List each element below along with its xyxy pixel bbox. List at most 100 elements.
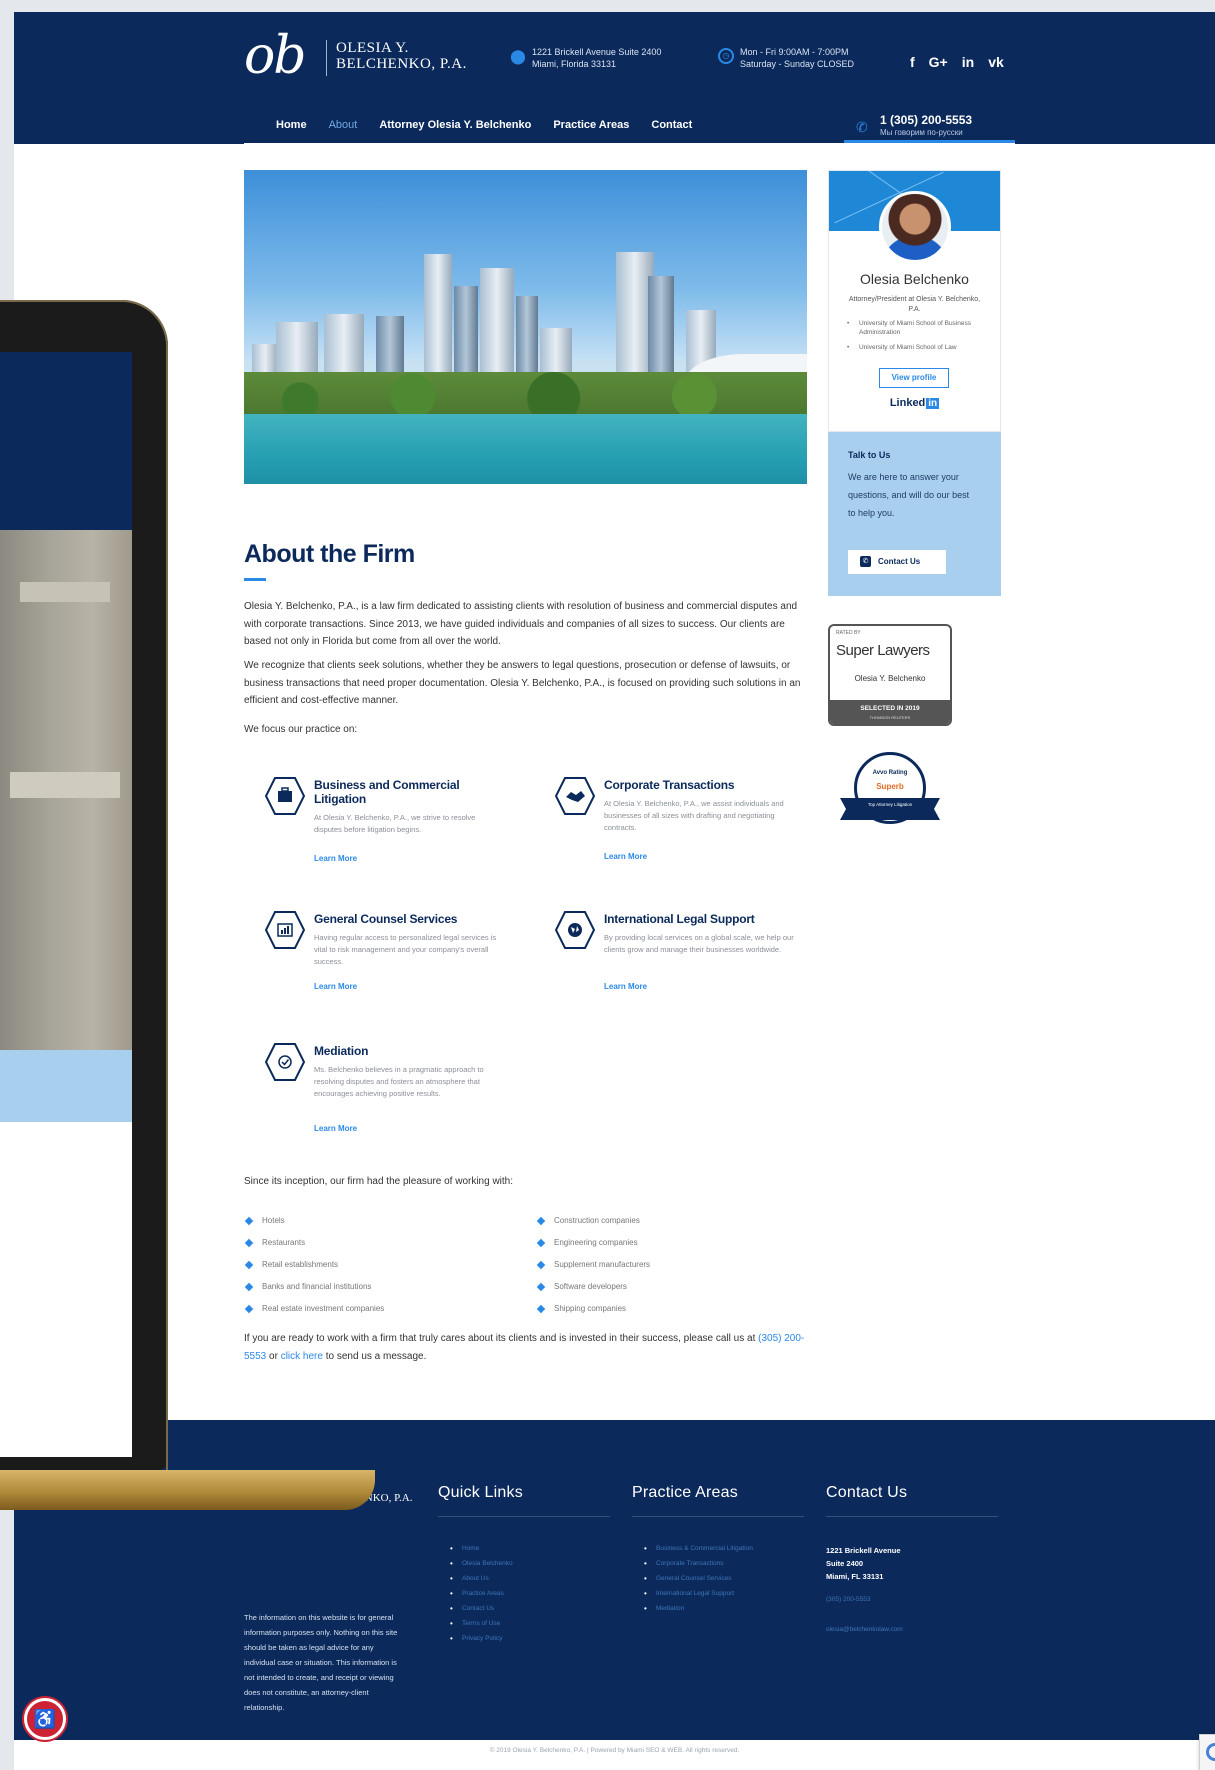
hours-line2: Saturday - Sunday CLOSED <box>740 59 855 69</box>
google-plus-icon[interactable]: G+ <box>929 54 948 70</box>
service-description: At Olesia Y. Belchenko, P.A., we strive … <box>314 813 476 834</box>
divider <box>438 1516 610 1517</box>
list-item: Shipping companies <box>536 1303 816 1325</box>
logo-monogram[interactable]: ob <box>244 26 307 86</box>
sl-band: SELECTED IN 2019 THOMSON REUTERS <box>830 700 950 724</box>
talk-to-us-panel: Talk to Us We are here to answer your qu… <box>828 432 1001 596</box>
avvo-top-attorney: Top Attorney Litigation <box>867 802 913 807</box>
screen-light-band <box>0 1050 132 1122</box>
hours-line1: Mon - Fri 9:00AM - 7:00PM <box>740 47 849 57</box>
nav-about[interactable]: About <box>329 119 358 131</box>
phone-icon: ✆ <box>856 119 868 135</box>
footer-link[interactable]: Home <box>450 1544 513 1559</box>
learn-more-link[interactable]: Learn More <box>604 982 647 991</box>
service-title[interactable]: International Legal Support <box>604 912 794 926</box>
map-pin-icon: ⬤ <box>510 48 526 64</box>
about-paragraph-1: Olesia Y. Belchenko, P.A., is a law firm… <box>244 601 798 647</box>
social-links: f G+ in vk <box>910 54 1004 70</box>
closing-text: or <box>266 1351 281 1362</box>
sl-attorney-name: Olesia Y. Belchenko <box>854 674 926 683</box>
header-hours: ◷ Mon - Fri 9:00AM - 7:00PM Saturday - S… <box>718 46 855 70</box>
address-line2: Miami, Florida 33131 <box>532 59 617 69</box>
phone-icon: ✆ <box>860 556 871 567</box>
footer-disclaimer: The information on this website is for g… <box>244 1613 398 1712</box>
linkedin-icon[interactable]: in <box>962 54 974 70</box>
service-description: Ms. Belchenko believes in a pragmatic ap… <box>314 1065 484 1098</box>
linkedin-logo[interactable]: Linked in <box>829 397 1000 409</box>
footer-link[interactable]: Terms of Use <box>450 1619 513 1634</box>
linkedin-profile-card: Olesia Belchenko Attorney/President at O… <box>828 170 1001 432</box>
facebook-icon[interactable]: f <box>910 54 915 70</box>
divider <box>632 1516 804 1517</box>
recaptcha-badge[interactable] <box>1199 1734 1215 1770</box>
about-paragraph-2: We recognize that clients seek solutions… <box>244 660 801 706</box>
learn-more-link[interactable]: Learn More <box>604 852 647 861</box>
logo-divider <box>326 40 327 76</box>
footer-link[interactable]: Business & Commercial Litigation <box>644 1544 753 1559</box>
bay-water <box>244 414 807 484</box>
footer-link[interactable]: International Legal Support <box>644 1589 753 1604</box>
nav-phone-block[interactable]: ✆ 1 (305) 200-5553 Мы говорим по-русски <box>844 113 1015 143</box>
footer-phone-link[interactable]: (305) 200-5553 <box>826 1596 870 1603</box>
briefcase-icon <box>264 776 306 816</box>
list-item: Retail establishments <box>244 1259 524 1281</box>
quick-links-list: Home Olesia Belchenko About Us Practice … <box>450 1544 513 1649</box>
learn-more-link[interactable]: Learn More <box>314 854 357 863</box>
service-corporate-transactions: Corporate Transactions At Olesia Y. Belc… <box>544 776 809 886</box>
nav-home[interactable]: Home <box>276 119 307 131</box>
site-footer: ob OLESIA Y. BELCHENKO, P.A. The informa… <box>14 1420 1215 1740</box>
logo-name-line1: OLESIA Y. <box>336 40 409 56</box>
nav-phone-number[interactable]: 1 (305) 200-5553 <box>880 113 972 127</box>
closing-contact-link[interactable]: click here <box>281 1351 323 1362</box>
footer-link[interactable]: About Us <box>450 1574 513 1589</box>
footer-email-link[interactable]: olesia@belchenkolaw.com <box>826 1626 903 1633</box>
nav-attorney[interactable]: Attorney Olesia Y. Belchenko <box>379 119 531 131</box>
avvo-rating-badge[interactable]: Avvo Rating Superb Top Attorney Litigati… <box>836 752 944 832</box>
footer-link[interactable]: Mediation <box>644 1604 753 1619</box>
view-profile-button[interactable]: View profile <box>879 368 949 388</box>
service-business-litigation: Business and Commercial Litigation At Ol… <box>254 776 519 886</box>
list-item: Banks and financial institutions <box>244 1281 524 1303</box>
client-types-right: Construction companies Engineering compa… <box>536 1215 816 1325</box>
list-item: Restaurants <box>244 1237 524 1259</box>
screen-photo-detail <box>20 582 110 602</box>
education-item: University of Miami School of Law <box>847 343 992 352</box>
check-circle-icon <box>264 1042 306 1082</box>
sl-selected: SELECTED IN 2019 <box>860 705 920 712</box>
wheelchair-icon: ♿ <box>33 1709 57 1729</box>
contact-us-label: Contact Us <box>878 557 921 566</box>
footer-link[interactable]: Corporate Transactions <box>644 1559 753 1574</box>
accessibility-button[interactable]: ♿ <box>24 1698 66 1740</box>
handshake-icon <box>554 776 596 816</box>
service-title[interactable]: Corporate Transactions <box>604 778 794 792</box>
footer-address: 1221 Brickell Avenue Suite 2400 Miami, F… <box>826 1544 901 1583</box>
address-line1: 1221 Brickell Avenue Suite 2400 <box>532 47 662 57</box>
practice-areas-heading: Practice Areas <box>632 1484 738 1501</box>
nav-phone-subtitle: Мы говорим по-русски <box>880 128 963 137</box>
laptop-base <box>0 1470 375 1510</box>
talk-text: We are here to answer your questions, an… <box>848 472 970 518</box>
nav-contact[interactable]: Contact <box>651 119 692 131</box>
vk-icon[interactable]: vk <box>988 54 1004 70</box>
nav-practice-areas[interactable]: Practice Areas <box>553 119 629 131</box>
service-title[interactable]: Business and Commercial Litigation <box>314 778 504 806</box>
footer-link[interactable]: Practice Areas <box>450 1589 513 1604</box>
learn-more-link[interactable]: Learn More <box>314 982 357 991</box>
super-lawyers-badge[interactable]: RATED BY Super Lawyers Olesia Y. Belchen… <box>828 624 952 726</box>
logo-wordmark[interactable]: OLESIA Y. BELCHENKO, P.A. <box>336 40 467 72</box>
service-title[interactable]: Mediation <box>314 1044 504 1058</box>
avvo-rating-label: Avvo Rating <box>872 770 908 776</box>
learn-more-link[interactable]: Learn More <box>314 1124 357 1133</box>
footer-link[interactable]: Olesia Belchenko <box>450 1559 513 1574</box>
contact-us-button[interactable]: ✆ Contact Us <box>848 550 946 574</box>
service-title[interactable]: General Counsel Services <box>314 912 504 926</box>
footer-link[interactable]: Privacy Policy <box>450 1634 513 1649</box>
divider <box>826 1516 998 1517</box>
footer-link[interactable]: Contact Us <box>450 1604 513 1619</box>
talk-title: Talk to Us <box>848 450 891 460</box>
list-item: Construction companies <box>536 1215 816 1237</box>
recaptcha-icon <box>1206 1743 1215 1761</box>
palm-trees <box>244 372 807 420</box>
screen-white-area <box>0 1122 132 1457</box>
footer-link[interactable]: General Counsel Services <box>644 1574 753 1589</box>
